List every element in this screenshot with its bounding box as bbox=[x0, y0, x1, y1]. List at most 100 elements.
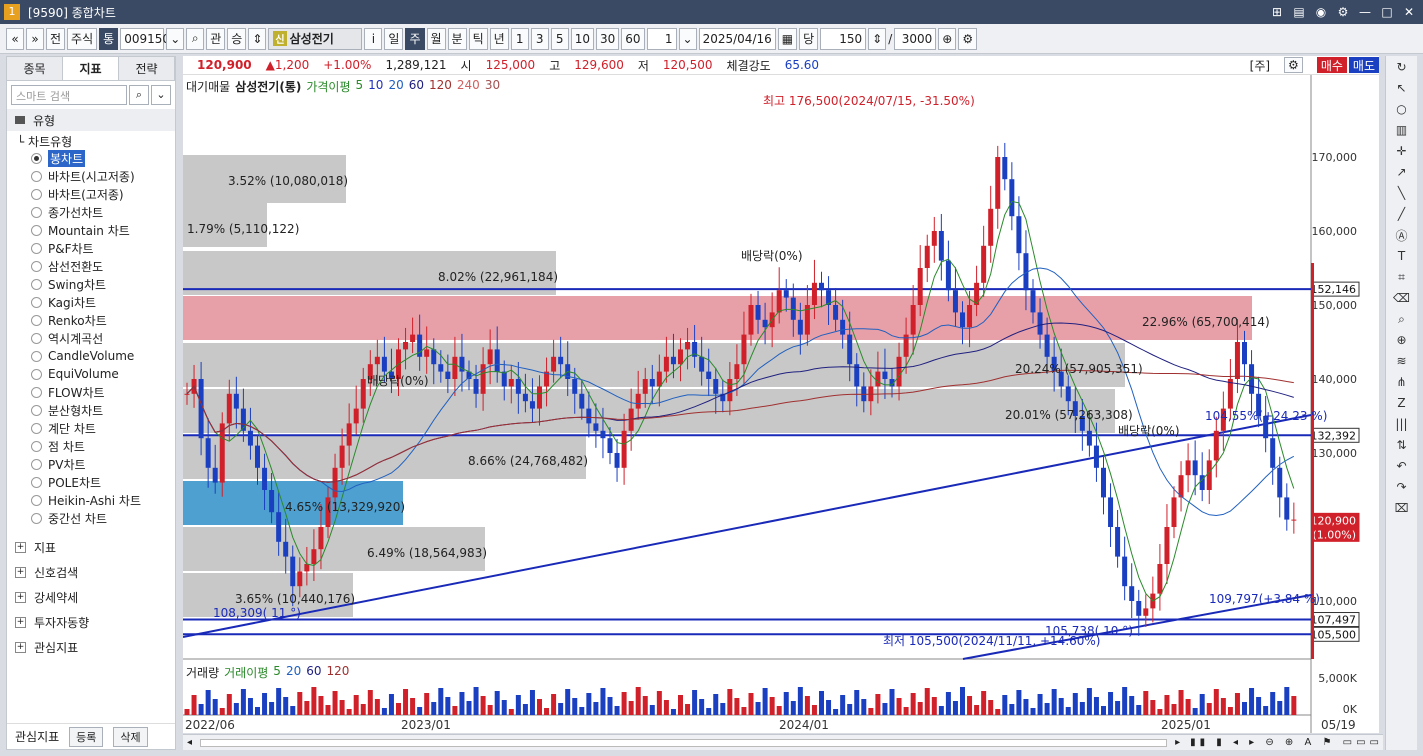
calendar-icon[interactable]: ▦ bbox=[777, 27, 798, 50]
indicator-group[interactable]: + 관심지표 bbox=[7, 635, 175, 660]
radio-icon[interactable] bbox=[31, 332, 42, 344]
cursor-icon[interactable]: ↖ bbox=[1393, 79, 1411, 97]
expand-icon[interactable]: + bbox=[15, 542, 26, 553]
period-month[interactable]: 월 bbox=[426, 27, 446, 50]
buy-button[interactable]: 매수 bbox=[1316, 57, 1347, 73]
dang-button[interactable]: 당 bbox=[799, 27, 819, 50]
period-tick[interactable]: 틱 bbox=[468, 27, 488, 50]
radio-icon[interactable] bbox=[31, 422, 42, 434]
minute-60[interactable]: 60 bbox=[621, 27, 645, 50]
chart-type-item[interactable]: Swing차트 bbox=[7, 275, 175, 293]
register-button[interactable]: 등록 bbox=[69, 726, 104, 747]
split-icon[interactable]: ⇅ bbox=[1393, 436, 1411, 454]
chart-type-item[interactable]: 계단 차트 bbox=[7, 419, 175, 437]
expand-icon[interactable]: + bbox=[15, 617, 26, 628]
radio-icon[interactable] bbox=[31, 152, 42, 164]
chart-type-item[interactable]: PV차트 bbox=[7, 455, 175, 473]
line-icon[interactable]: ╲ bbox=[1393, 184, 1411, 202]
pattern-icon[interactable]: ⋔ bbox=[1393, 373, 1411, 391]
minute-30[interactable]: 30 bbox=[595, 27, 620, 50]
chart-type-item[interactable]: Heikin-Ashi 차트 bbox=[7, 491, 175, 509]
tong-button[interactable]: 통 bbox=[99, 27, 119, 50]
clear-icon[interactable]: ⌧ bbox=[1393, 499, 1411, 517]
measure-icon[interactable]: ⌗ bbox=[1393, 268, 1411, 286]
chart-type-item[interactable]: 종가선차트 bbox=[7, 203, 175, 221]
subsection-chart-type[interactable]: └ 차트유형 bbox=[7, 131, 175, 149]
chart-type-item[interactable]: FLOW차트 bbox=[7, 383, 175, 401]
radio-icon[interactable] bbox=[31, 458, 42, 470]
minute-5[interactable]: 5 bbox=[550, 27, 569, 50]
chart-type-item[interactable]: 바차트(시고저종) bbox=[7, 167, 175, 185]
ray-icon[interactable]: ╱ bbox=[1393, 205, 1411, 223]
chart-scrollbar[interactable]: ◂ ▸ ▮▮ ▮ ◂ ▸ ⊖ ⊕ A ⚑ ▭▭▭ bbox=[183, 734, 1383, 750]
radio-icon[interactable] bbox=[31, 296, 42, 308]
stepper-icon[interactable]: ⇕ bbox=[248, 27, 267, 50]
eraser-icon[interactable]: ⌫ bbox=[1393, 289, 1411, 307]
magnifier-icon[interactable]: ⌕ bbox=[1393, 310, 1411, 328]
gear-icon[interactable]: ⚙ bbox=[1335, 4, 1351, 20]
total-count-input[interactable]: 3000 bbox=[894, 27, 937, 50]
radio-icon[interactable] bbox=[31, 260, 42, 272]
tab-stocks[interactable]: 종목 bbox=[7, 57, 63, 80]
scroll-right-icon[interactable]: ▸ bbox=[1175, 737, 1180, 748]
minimize-icon[interactable]: — bbox=[1357, 4, 1373, 20]
chart-icon[interactable]: ▥ bbox=[1393, 121, 1411, 139]
chart-type-item[interactable]: EquiVolume bbox=[7, 365, 175, 383]
chart-type-item[interactable]: 봉차트 bbox=[7, 149, 175, 167]
radio-icon[interactable] bbox=[31, 386, 42, 398]
stock-name-field[interactable]: 신 삼성전기 bbox=[268, 27, 363, 50]
delete-button[interactable]: 삭제 bbox=[113, 726, 148, 747]
undo-icon[interactable]: ↶ bbox=[1393, 457, 1411, 475]
smart-search-input[interactable]: 스마트 검색 bbox=[11, 85, 127, 105]
chart-type-item[interactable]: 점 차트 bbox=[7, 437, 175, 455]
radio-icon[interactable] bbox=[31, 350, 42, 362]
redo-icon[interactable]: ↷ bbox=[1393, 478, 1411, 496]
sell-button[interactable]: 매도 bbox=[1348, 57, 1379, 73]
zoom-icon[interactable]: ⊕ bbox=[938, 27, 957, 50]
maximize-icon[interactable]: □ bbox=[1379, 4, 1395, 20]
section-type[interactable]: 유형 bbox=[7, 109, 175, 131]
tab-strategy[interactable]: 전략 bbox=[119, 57, 175, 80]
radio-icon[interactable] bbox=[31, 494, 42, 506]
trendline-icon[interactable]: ↗ bbox=[1393, 163, 1411, 181]
expand-icon[interactable]: + bbox=[15, 642, 26, 653]
chart-type-item[interactable]: 삼선전환도 bbox=[7, 257, 175, 275]
period-week[interactable]: 주 bbox=[405, 27, 425, 50]
close-icon[interactable]: ✕ bbox=[1401, 4, 1417, 20]
radio-icon[interactable] bbox=[31, 170, 42, 182]
radio-icon[interactable] bbox=[31, 314, 42, 326]
chart-type-item[interactable]: CandleVolume bbox=[7, 347, 175, 365]
radio-icon[interactable] bbox=[31, 404, 42, 416]
chart-type-item[interactable]: P&F차트 bbox=[7, 239, 175, 257]
pin-icon[interactable]: ⊞ bbox=[1269, 4, 1285, 20]
seung-button[interactable]: 승 bbox=[227, 27, 247, 50]
radio-icon[interactable] bbox=[31, 476, 42, 488]
display-count-input[interactable]: 150 bbox=[820, 27, 867, 50]
circle-icon[interactable]: ○ bbox=[1393, 100, 1411, 118]
next-button[interactable]: » bbox=[26, 27, 44, 50]
scroll-track[interactable] bbox=[200, 738, 1168, 747]
indicator-group[interactable]: + 강세약세 bbox=[7, 585, 175, 610]
expand-icon[interactable]: + bbox=[15, 592, 26, 603]
minute-10[interactable]: 10 bbox=[570, 27, 594, 50]
chart-type-item[interactable]: 역시계곡선 bbox=[7, 329, 175, 347]
price-chart[interactable]: 170,000160,000150,000140,000130,000120,0… bbox=[183, 75, 1379, 733]
radio-icon[interactable] bbox=[31, 512, 42, 524]
chart-type-item[interactable]: POLE차트 bbox=[7, 473, 175, 491]
market-type-button[interactable]: 주식 bbox=[67, 27, 98, 50]
radio-icon[interactable] bbox=[31, 440, 42, 452]
chart-type-item[interactable]: 중간선 차트 bbox=[7, 509, 175, 527]
scroll-left-icon[interactable]: ◂ bbox=[187, 737, 192, 748]
all-button[interactable]: 전 bbox=[46, 27, 66, 50]
indicator-group[interactable]: + 지표 bbox=[7, 535, 175, 560]
crosshair-icon[interactable]: ✛ bbox=[1393, 142, 1411, 160]
chart-type-item[interactable]: Renko차트 bbox=[7, 311, 175, 329]
radio-icon[interactable] bbox=[31, 224, 42, 236]
camera-icon[interactable]: ◉ bbox=[1313, 4, 1329, 20]
period-minute[interactable]: 분 bbox=[447, 27, 467, 50]
search-icon[interactable]: ⌕ bbox=[186, 27, 205, 50]
chart-type-item[interactable]: 바차트(고저종) bbox=[7, 185, 175, 203]
auto-icon[interactable]: Ⓐ bbox=[1393, 226, 1411, 244]
count-input[interactable]: 1 bbox=[646, 27, 677, 50]
radio-icon[interactable] bbox=[31, 278, 42, 290]
